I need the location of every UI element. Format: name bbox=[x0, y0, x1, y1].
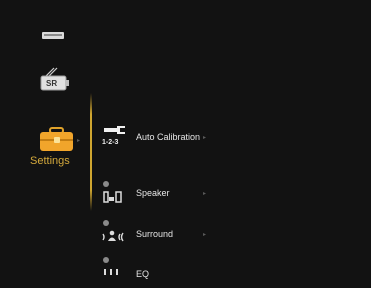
wrench-icon bbox=[104, 126, 125, 134]
menu-item-surround[interactable]: Surround ▸ bbox=[100, 219, 210, 245]
calibration-steps-text: 1-2-3 bbox=[102, 139, 119, 146]
xmb-screen: SR ▸ Settings 1-2-3 Auto Calibration ▸ S… bbox=[0, 0, 371, 288]
sr-badge: SR bbox=[46, 79, 58, 88]
surround-arrow-icon: ▸ bbox=[203, 232, 207, 238]
speaker-label: Speaker bbox=[136, 188, 170, 198]
selection-divider bbox=[90, 93, 92, 211]
speaker-arrow-icon: ▸ bbox=[203, 191, 207, 197]
video-icon bbox=[42, 32, 64, 39]
eq-icon bbox=[103, 257, 118, 275]
menu-item-speaker[interactable]: Speaker ▸ bbox=[100, 180, 210, 206]
settings-label: Settings bbox=[30, 155, 70, 167]
category-sr[interactable]: SR bbox=[40, 66, 70, 94]
auto-calibration-arrow-icon: ▸ bbox=[203, 135, 207, 141]
category-video-icon[interactable] bbox=[41, 24, 65, 44]
toolbox-icon bbox=[40, 127, 73, 151]
speaker-icon bbox=[103, 181, 122, 203]
eq-label: EQ bbox=[136, 269, 150, 279]
surround-label: Surround bbox=[136, 229, 174, 239]
menu-item-eq[interactable]: EQ bbox=[100, 256, 210, 282]
auto-calibration-label: Auto Calibration bbox=[136, 132, 201, 142]
settings-arrow-icon: ▸ bbox=[77, 138, 81, 144]
category-settings[interactable]: ▸ Settings bbox=[30, 125, 85, 175]
menu-item-auto-calibration[interactable]: 1-2-3 Auto Calibration ▸ bbox=[100, 125, 220, 153]
surround-icon bbox=[102, 220, 124, 242]
